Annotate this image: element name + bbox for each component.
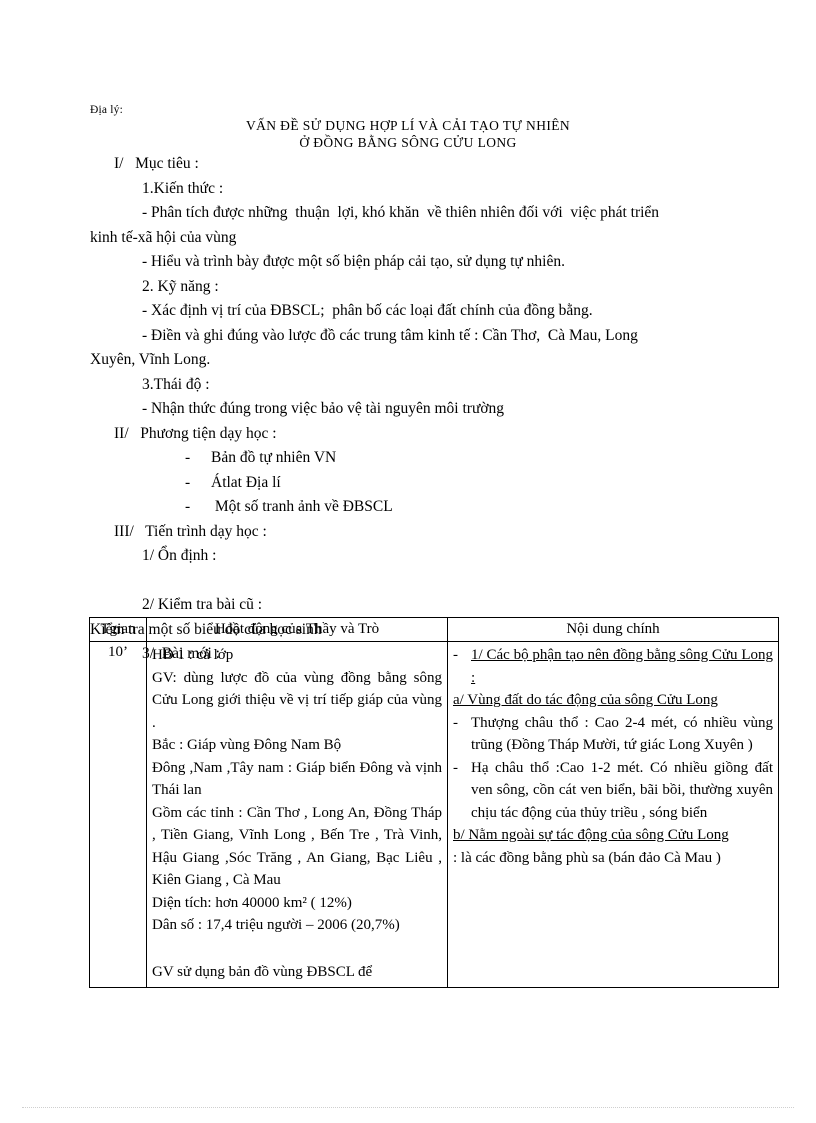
list-item-label: Átlat Địa lí — [211, 473, 281, 491]
cell-activity: HĐ 1 : cả lớp GV: dùng lược đồ của vùng … — [146, 641, 448, 988]
dash-bullet-icon: - — [185, 473, 191, 491]
column-header-activity: Hoạt động của Thầy và Trò — [146, 617, 448, 642]
section-ii-list: - Bản đồ tự nhiên VN - Átlat Địa lí - Một … — [90, 446, 740, 520]
subject-label: Địa lý: — [90, 104, 124, 116]
section-iii-heading: III/ Tiến trình dạy học : — [114, 522, 267, 540]
activity-line: HĐ 1 : cả lớp — [152, 647, 234, 663]
section-iii-1: 1/ Ổn định : — [142, 547, 217, 564]
section-i-2-item-1: - Xác định vị trí của ĐBSCL; phân bố các… — [142, 302, 593, 319]
content-heading: 1/ Các bộ phận tạo nên đồng bằng sông Cử… — [471, 647, 773, 686]
column-header-time: Tgian — [89, 617, 147, 642]
activity-line: GV sử dụng bản đồ vùng ĐBSCL để — [152, 964, 373, 980]
section-i-2-item-2-cont: Xuyên, Vĩnh Long. — [90, 351, 211, 368]
activity-line: GV: dùng lược đồ của vùng đồng bằng sông… — [152, 669, 442, 731]
section-i-1-item-2: - Hiểu và trình bày được một số biện phá… — [142, 253, 565, 270]
section-iii-2: 2/ Kiểm tra bài cũ : — [142, 596, 263, 613]
section-i-heading: I/ Mục tiêu : — [114, 155, 199, 172]
section-i-1-item-1-cont: kinh tế-xã hội của vùng — [90, 228, 237, 246]
section-i-2-item-2: - Điền và ghi đúng vào lược đồ các trung… — [142, 326, 638, 344]
lesson-plan-table: Tgian Hoạt động của Thầy và Trò Nội dung… — [89, 617, 779, 988]
section-ii-heading: II/ Phương tiện dạy học : — [114, 424, 277, 442]
list-item-label: Bản đồ tự nhiên VN — [211, 449, 337, 466]
dash-bullet-icon: - — [453, 647, 458, 663]
activity-line: Bắc : Giáp vùng Đông Nam Bộ — [152, 737, 342, 753]
content-tail-text: : là các đồng bằng phù sa (bán đảo Cà Ma… — [453, 849, 721, 866]
content-list: - 1/ Các bộ phận tạo nên đồng bằng sông … — [453, 644, 773, 869]
page-bottom-divider — [22, 1107, 794, 1108]
content-subheading-row: a/ Vùng đất do tác động của sông Cửu Lon… — [453, 689, 773, 712]
page-title: VẤN ĐỀ SỬ DỤNG HỢP LÍ VÀ CẢI TẠO TỰ NHIÊ… — [0, 117, 816, 151]
list-item: - Átlat Địa lí — [185, 471, 740, 496]
section-i-3-heading: 3.Thái độ : — [142, 375, 210, 393]
title-line-1: VẤN ĐỀ SỬ DỤNG HỢP LÍ VÀ CẢI TẠO TỰ NHIÊ… — [245, 118, 571, 133]
title-line-2: Ở ĐỒNG BẰNG SÔNG CỬU LONG — [299, 135, 517, 150]
dash-bullet-icon: - — [185, 498, 191, 515]
column-header-content: Nội dung chính — [447, 617, 779, 642]
content-tail-heading: b/ Nằm ngoài sự tác động của sông Cửu Lo… — [453, 827, 729, 843]
table-row: 10’ HĐ 1 : cả lớp GV: dùng lược đồ của v… — [89, 641, 779, 988]
table-header-row: Tgian Hoạt động của Thầy và Trò Nội dung… — [89, 617, 779, 642]
cell-time: 10’ — [89, 641, 147, 988]
content-bullet: - Hạ châu thổ :Cao 1-2 mét. Có nhiều giồ… — [453, 757, 773, 825]
activity-line: Diện tích: hơn 40000 km² ( 12%) — [152, 894, 352, 911]
lesson-body: I/ Mục tiêu : 1.Kiến thức : - Phân tích … — [90, 152, 740, 667]
dash-bullet-icon: - — [453, 759, 458, 776]
dash-bullet-icon: - — [453, 714, 458, 731]
activity-line: Gồm các tỉnh : Cần Thơ , Long An, Đồng T… — [152, 804, 442, 889]
content-bullet-text: Hạ châu thổ :Cao 1-2 mét. Có nhiều giồng… — [471, 759, 773, 821]
content-bullet-text: Thượng châu thổ : Cao 2-4 mét, có nhiều … — [471, 714, 773, 754]
document-page: Địa lý: VẤN ĐỀ SỬ DỤNG HỢP LÍ VÀ CẢI TẠO… — [0, 0, 816, 1123]
dash-bullet-icon: - — [185, 449, 191, 466]
content-bullet: - 1/ Các bộ phận tạo nên đồng bằng sông … — [453, 644, 773, 689]
list-item: - Bản đồ tự nhiên VN — [185, 446, 740, 471]
activity-line: Dân số : 17,4 triệu người – 2006 (20,7%) — [152, 917, 400, 933]
section-i-1-item-1: - Phân tích được những thuận lợi, khó kh… — [142, 204, 660, 221]
section-i-1-heading: 1.Kiến thức : — [142, 179, 224, 197]
cell-content: - 1/ Các bộ phận tạo nên đồng bằng sông … — [447, 641, 779, 988]
activity-content: HĐ 1 : cả lớp GV: dùng lược đồ của vùng … — [152, 644, 442, 984]
list-item-label: Một số tranh ảnh về ĐBSCL — [211, 498, 393, 515]
section-i-2-heading: 2. Kỹ năng : — [142, 277, 219, 295]
section-i-3-item-1: - Nhận thức đúng trong việc bảo vệ tài n… — [142, 400, 505, 417]
list-item: - Một số tranh ảnh về ĐBSCL — [185, 495, 740, 520]
content-tail-heading-row: b/ Nằm ngoài sự tác động của sông Cửu Lo… — [453, 824, 773, 847]
content-bullet: - Thượng châu thổ : Cao 2-4 mét, có nhiề… — [453, 712, 773, 757]
content-subheading: a/ Vùng đất do tác động của sông Cửu Lon… — [453, 692, 718, 708]
activity-line: Đông ,Nam ,Tây nam : Giáp biển Đông và v… — [152, 759, 442, 799]
